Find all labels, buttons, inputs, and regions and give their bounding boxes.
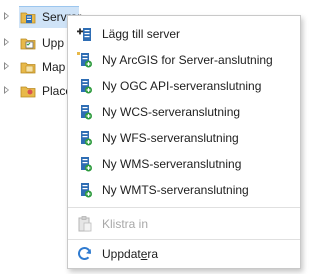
menu-item-add-server[interactable]: Lägg till server [68,22,300,46]
menu-item-label: Ny WCS-serveranslutning [102,105,241,119]
menu-item-new-arcgis-server-connection[interactable]: Ny ArcGIS for Server-anslutning [68,48,300,72]
new-arcgis-server-connection-icon [77,52,92,68]
menu-item-label: Klistra in [102,217,149,231]
menu-item-label: Ny WFS-serveranslutning [102,131,239,145]
expand-arrow-icon[interactable] [4,38,9,46]
refresh-icon [78,247,91,260]
menu-separator [68,239,300,240]
menu-item-new-wfs-connection[interactable]: Ny WFS-serveranslutning [68,126,300,150]
maps-folder-icon [20,62,36,74]
add-server-icon [77,28,91,41]
places-folder-icon [20,86,36,98]
menu-item-label: Ny WMS-serveranslutning [102,157,242,171]
tasks-folder-icon [20,38,36,50]
menu-item-paste: Klistra in [68,212,300,236]
servers-folder-icon [20,12,36,24]
menu-item-refresh[interactable]: Uppdatera [68,242,300,266]
menu-separator [68,207,300,208]
menu-item-label: Uppdatera [102,247,159,261]
menu-item-label: Ny OGC API-serveranslutning [102,79,262,93]
tree-item-label: Upp [42,36,65,50]
tree-item-label: Map [42,60,66,74]
new-wfs-connection-icon [81,131,92,146]
new-wcs-connection-icon [81,105,92,120]
expand-arrow-icon[interactable] [4,86,9,94]
new-wmts-connection-icon [81,183,92,198]
new-ogc-api-connection-icon [81,79,92,94]
menu-item-new-wcs-connection[interactable]: Ny WCS-serveranslutning [68,100,300,124]
menu-item-new-wms-connection[interactable]: Ny WMS-serveranslutning [68,152,300,176]
menu-item-label: Ny ArcGIS for Server-anslutning [102,53,273,67]
paste-icon [78,216,92,232]
menu-item-new-ogc-api-connection[interactable]: Ny OGC API-serveranslutning [68,74,300,98]
new-wms-connection-icon [81,157,92,172]
menu-item-label: Ny WMTS-serveranslutning [102,183,249,197]
menu-item-new-wmts-connection[interactable]: Ny WMTS-serveranslutning [68,178,300,202]
context-menu: Lägg till server Ny ArcGIS for Server-an… [67,15,301,269]
expand-arrow-icon[interactable] [4,62,9,70]
expand-arrow-icon[interactable] [4,12,9,20]
menu-item-label: Lägg till server [102,27,181,41]
